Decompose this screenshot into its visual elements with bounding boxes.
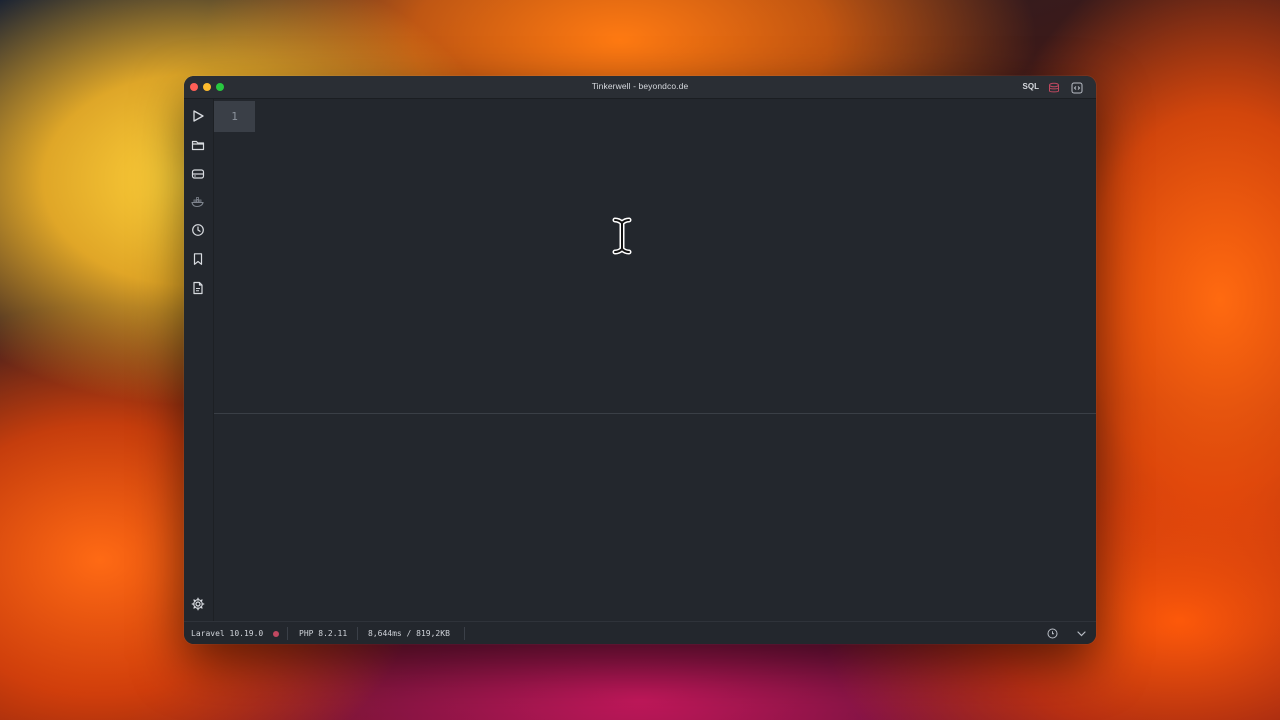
stopwatch-icon[interactable]	[1046, 627, 1059, 640]
gear-icon[interactable]	[191, 597, 205, 611]
bookmark-icon[interactable]	[191, 252, 205, 266]
status-separator	[357, 627, 358, 640]
connection-status-dot	[273, 631, 279, 637]
sidebar	[184, 99, 214, 621]
document-icon[interactable]	[191, 281, 205, 295]
title-bar: Tinkerwell - beyondco.de SQL	[184, 76, 1096, 99]
code-view-icon[interactable]	[1071, 81, 1083, 94]
text-cursor-icon	[612, 217, 632, 255]
status-separator	[287, 627, 288, 640]
php-version: PHP 8.2.11	[299, 629, 348, 638]
line-number: 1	[231, 110, 238, 123]
status-separator	[464, 627, 465, 640]
execution-metrics: 8,644ms / 819,2KB	[368, 629, 450, 638]
clock-icon[interactable]	[191, 223, 205, 237]
chevron-down-icon[interactable]	[1075, 627, 1088, 640]
framework-version: Laravel 10.19.0	[191, 629, 264, 638]
sql-mode-button[interactable]: SQL	[1023, 82, 1039, 91]
play-icon[interactable]	[191, 109, 205, 123]
code-editor[interactable]: 1	[214, 99, 1096, 413]
output-panel	[214, 414, 1096, 621]
app-window: Tinkerwell - beyondco.de SQL 1 Laravel 1…	[184, 76, 1096, 644]
window-title: Tinkerwell - beyondco.de	[591, 81, 689, 91]
database-connection-icon[interactable]	[1048, 81, 1060, 93]
docker-icon[interactable]	[191, 195, 205, 209]
database-icon[interactable]	[191, 167, 205, 181]
folder-icon[interactable]	[191, 138, 205, 152]
status-bar: Laravel 10.19.0 PHP 8.2.11 8,644ms / 819…	[184, 621, 1096, 644]
